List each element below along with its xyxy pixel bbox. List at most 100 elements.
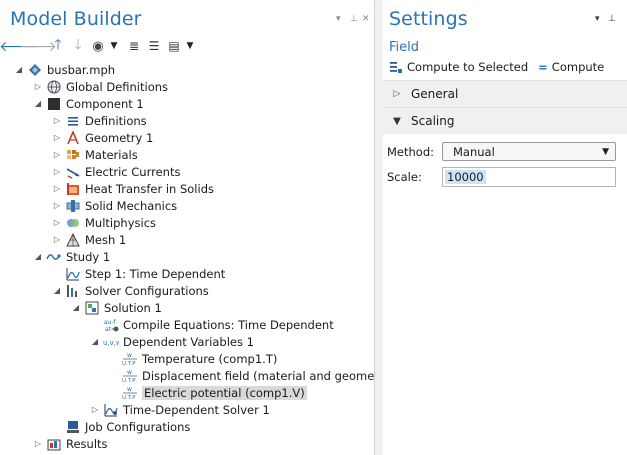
tree-item-global-definitions[interactable]: ▷ Global Definitions [33, 78, 168, 95]
variable-icon: w U.T.P [122, 385, 138, 401]
close-icon[interactable]: ✕ [362, 14, 370, 24]
list-icon[interactable]: ▤ [164, 37, 184, 55]
scale-input[interactable]: 10000 [442, 167, 616, 187]
pin-icon[interactable]: ▾ [595, 14, 600, 24]
tree-item-materials[interactable]: ▷ Materials [52, 146, 138, 163]
method-select[interactable]: Manual ▼ [442, 142, 616, 161]
expanded-twisty-icon[interactable]: ◢ [90, 337, 100, 347]
time-step-icon [65, 266, 81, 282]
section-general[interactable]: ▷ General [383, 80, 627, 107]
job-config-icon [65, 419, 81, 435]
tree-label: Definitions [85, 113, 147, 128]
collapsed-twisty-icon[interactable]: ▷ [52, 116, 62, 126]
collapsed-twisty-icon[interactable]: ▷ [52, 235, 62, 245]
globe-icon [46, 79, 62, 95]
tree-item-temperature[interactable]: w U.T.P Temperature (comp1.T) [109, 350, 277, 367]
settings-panel: Settings ▾ ⊥ Field Compute to Selected =… [383, 0, 627, 455]
tree-item-electric-potential[interactable]: w U.T.P Electric potential (comp1.V) [109, 384, 307, 401]
settings-title: Settings [389, 8, 468, 30]
tree-item-solver-configurations[interactable]: ◢ Solver Configurations [52, 282, 209, 299]
expand-icon[interactable]: ≣ [124, 37, 144, 55]
collapsed-twisty-icon[interactable]: ▷ [90, 405, 100, 415]
tree-item-dependent-variables-1[interactable]: ◢ u,v,w Dependent Variables 1 [90, 333, 254, 350]
tree-label-selected: Electric potential (comp1.V) [142, 385, 307, 400]
expanded-twisty-icon[interactable]: ◢ [33, 99, 43, 109]
tree-item-definitions[interactable]: ▷ Definitions [52, 112, 147, 129]
dropdown-icon[interactable]: ▼ [184, 37, 196, 55]
collapsed-twisty-icon[interactable]: ▷ [33, 82, 43, 92]
method-label: Method: [387, 145, 435, 159]
expanded-section-icon: ▼ [393, 115, 401, 127]
tree-label: Multiphysics [85, 215, 157, 230]
collapsed-twisty-icon[interactable]: ▷ [52, 133, 62, 143]
tree-item-step-1[interactable]: Step 1: Time Dependent [52, 265, 225, 282]
solution-icon [84, 300, 100, 316]
tree-item-busbar[interactable]: ◢ busbar.mph [14, 61, 115, 78]
tree-label: Step 1: Time Dependent [85, 266, 226, 281]
tree-item-solution-1[interactable]: ◢ Solution 1 [71, 299, 162, 316]
collapsed-twisty-icon[interactable]: ▷ [33, 439, 43, 449]
tree-item-results[interactable]: ▷ Results [33, 435, 108, 452]
component-icon [46, 96, 62, 112]
tree-item-job-configurations[interactable]: Job Configurations [52, 418, 190, 435]
collapsed-twisty-icon[interactable]: ▷ [52, 184, 62, 194]
time-solver-icon [103, 402, 119, 418]
arrow-up-icon[interactable]: 🡑 [48, 37, 68, 55]
collapse-icon[interactable]: ☰ [144, 37, 164, 55]
tree-item-mesh-1[interactable]: ▷ Mesh 1 [52, 231, 126, 248]
tree-item-study-1[interactable]: ◢ Study 1 [33, 248, 110, 265]
results-icon [46, 436, 62, 452]
expanded-twisty-icon[interactable]: ◢ [14, 65, 24, 75]
collapsed-twisty-icon[interactable]: ▷ [52, 218, 62, 228]
solid-mechanics-icon [65, 198, 81, 214]
model-icon [27, 62, 43, 78]
tree-label: Solver Configurations [85, 283, 209, 298]
eye-icon[interactable]: ◉ [88, 37, 108, 55]
dropdown-icon[interactable]: ▼ [108, 37, 120, 55]
scale-label: Scale: [387, 170, 422, 184]
collapsed-twisty-icon[interactable]: ▷ [52, 167, 62, 177]
settings-toolbar: Compute to Selected = Compute [389, 60, 604, 74]
section-general-label: General [411, 87, 459, 101]
compute-selected-button[interactable]: Compute to Selected [389, 60, 528, 74]
tree-item-geometry-1[interactable]: ▷ Geometry 1 [52, 129, 153, 146]
panel-menu-icon[interactable]: ▾ [336, 14, 341, 24]
equals-icon: = [538, 60, 548, 74]
tree-item-electric-currents[interactable]: ▷ Electric Currents [52, 163, 181, 180]
tree-label: Dependent Variables 1 [123, 334, 254, 349]
arrow-right-icon[interactable]: 🡒 [19, 37, 57, 55]
collapsed-twisty-icon[interactable]: ▷ [52, 201, 62, 211]
tree-label: Heat Transfer in Solids [85, 181, 214, 196]
tree-item-multiphysics[interactable]: ▷ Multiphysics [52, 214, 156, 231]
tree-item-displacement-field[interactable]: w U.T.P Displacement field (material and … [109, 367, 390, 384]
chevron-down-icon: ▼ [602, 146, 609, 157]
settings-subtitle: Field [389, 40, 420, 55]
tree-item-solid-mechanics[interactable]: ▷ Solid Mechanics [52, 197, 177, 214]
expanded-twisty-icon[interactable]: ◢ [33, 252, 43, 262]
tree-label: Compile Equations: Time Dependent [123, 317, 334, 332]
tree-label: Electric Currents [85, 164, 181, 179]
scale-value: 10000 [445, 170, 486, 184]
collapsed-twisty-icon[interactable]: ▷ [52, 150, 62, 160]
model-builder-title: Model Builder [10, 8, 142, 30]
panel-splitter[interactable] [375, 0, 383, 455]
compute-selected-label: Compute to Selected [407, 60, 529, 74]
svg-text:U.T.P: U.T.P [122, 395, 136, 401]
svg-text:U.T.P: U.T.P [122, 361, 136, 367]
model-builder-toolbar: 🡐 🡒 🡑 🡓 ◉ ▼ ≣ ☰ ▤ ▼ [0, 37, 196, 55]
tree-item-compile-equations[interactable]: au-f at= Compile Equations: Time Dependen… [90, 316, 334, 333]
expanded-twisty-icon[interactable]: ◢ [52, 286, 62, 296]
tree-item-component-1[interactable]: ◢ Component 1 [33, 95, 144, 112]
tree-label: Study 1 [66, 249, 111, 264]
section-scaling[interactable]: ▼ Scaling [383, 107, 627, 134]
dependent-variables-icon: u,v,w [103, 334, 119, 350]
tree-item-heat-transfer[interactable]: ▷ Heat Transfer in Solids [52, 180, 214, 197]
expanded-twisty-icon[interactable]: ◢ [71, 303, 81, 313]
tree-item-time-dependent-solver[interactable]: ▷ Time-Dependent Solver 1 [90, 401, 270, 418]
pin-icon[interactable]: ⊥ [350, 14, 358, 24]
arrow-down-icon[interactable]: 🡓 [68, 37, 88, 55]
pin-icon[interactable]: ⊥ [608, 14, 616, 24]
compute-button[interactable]: = Compute [538, 60, 604, 74]
definitions-icon [65, 113, 81, 129]
svg-text:u,v,w: u,v,w [103, 339, 119, 347]
